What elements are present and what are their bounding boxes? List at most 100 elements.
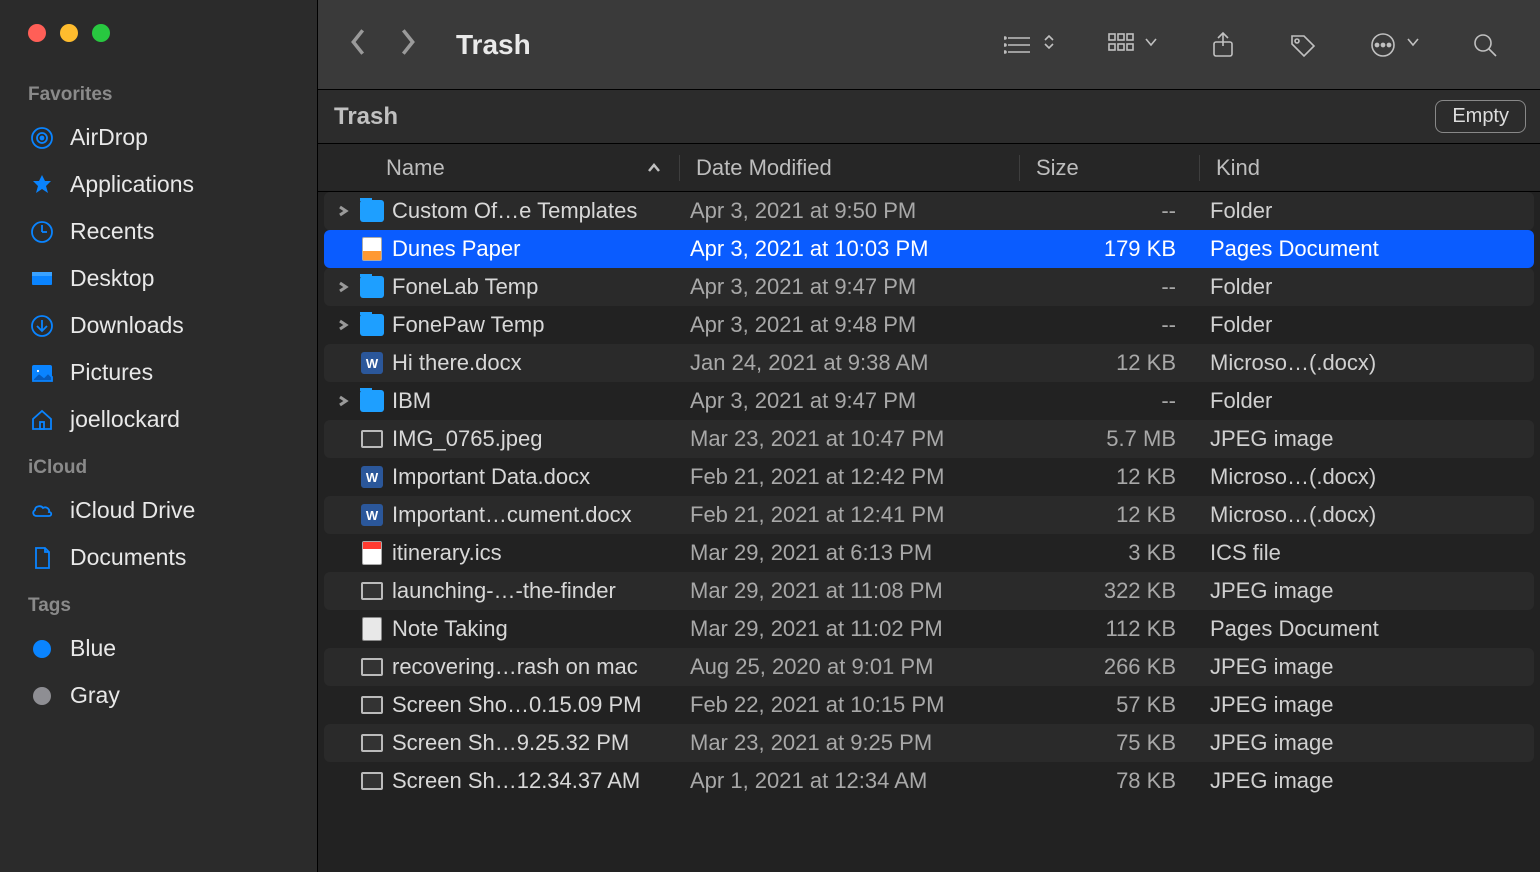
file-row[interactable]: Screen Sh…12.34.37 AMApr 1, 2021 at 12:3… [324, 762, 1534, 800]
file-name: Hi there.docx [392, 350, 522, 376]
file-date: Apr 3, 2021 at 10:03 PM [680, 236, 1020, 262]
file-kind: Folder [1200, 312, 1534, 338]
sidebar-item-label: Applications [70, 171, 194, 198]
word-icon [360, 503, 384, 527]
file-size: 12 KB [1020, 502, 1200, 528]
sidebar-item-gray[interactable]: Gray [0, 672, 317, 719]
file-row[interactable]: Important…cument.docxFeb 21, 2021 at 12:… [324, 496, 1534, 534]
column-size[interactable]: Size [1020, 155, 1200, 181]
file-size: 3 KB [1020, 540, 1200, 566]
action-menu-button[interactable] [1358, 24, 1430, 66]
file-row[interactable]: FoneLab TempApr 3, 2021 at 9:47 PM--Fold… [324, 268, 1534, 306]
chevron-updown-icon [1042, 35, 1056, 54]
window-controls [0, 18, 317, 70]
sidebar-item-label: Pictures [70, 359, 153, 386]
disclosure-triangle[interactable] [334, 319, 352, 331]
group-button[interactable] [1096, 24, 1168, 66]
view-mode-button[interactable] [994, 24, 1066, 66]
window-title: Trash [456, 29, 531, 61]
column-kind[interactable]: Kind [1200, 155, 1540, 181]
file-row[interactable]: itinerary.icsMar 29, 2021 at 6:13 PM3 KB… [324, 534, 1534, 572]
file-date: Feb 21, 2021 at 12:42 PM [680, 464, 1020, 490]
file-name: launching-…-the-finder [392, 578, 616, 604]
file-kind: Microso…(.docx) [1200, 350, 1534, 376]
sidebar-item-label: AirDrop [70, 124, 148, 151]
image-icon [360, 693, 384, 717]
file-kind: JPEG image [1200, 692, 1534, 718]
file-row[interactable]: Note TakingMar 29, 2021 at 11:02 PM112 K… [324, 610, 1534, 648]
airdrop-icon [28, 125, 56, 151]
file-row[interactable]: Custom Of…e TemplatesApr 3, 2021 at 9:50… [324, 192, 1534, 230]
search-button[interactable] [1460, 24, 1510, 66]
column-date-label: Date Modified [696, 155, 832, 180]
sidebar-item-downloads[interactable]: Downloads [0, 302, 317, 349]
sidebar-item-documents[interactable]: Documents [0, 534, 317, 581]
sidebar-item-label: joellockard [70, 406, 180, 433]
file-row[interactable]: IMG_0765.jpegMar 23, 2021 at 10:47 PM5.7… [324, 420, 1534, 458]
file-row[interactable]: Screen Sho…0.15.09 PMFeb 22, 2021 at 10:… [324, 686, 1534, 724]
close-window-button[interactable] [28, 24, 46, 42]
file-name: itinerary.ics [392, 540, 502, 566]
sidebar-item-pictures[interactable]: Pictures [0, 349, 317, 396]
zoom-window-button[interactable] [92, 24, 110, 42]
ics-icon [360, 541, 384, 565]
sidebar-item-icloud-drive[interactable]: iCloud Drive [0, 487, 317, 534]
file-date: Mar 23, 2021 at 9:25 PM [680, 730, 1020, 756]
desktop-icon [28, 266, 56, 292]
column-name[interactable]: Name [318, 155, 680, 181]
sidebar-item-airdrop[interactable]: AirDrop [0, 114, 317, 161]
file-name: Dunes Paper [392, 236, 520, 262]
file-name: recovering…rash on mac [392, 654, 638, 680]
sidebar-section-label: iCloud [0, 443, 317, 487]
column-date[interactable]: Date Modified [680, 155, 1020, 181]
file-name: IMG_0765.jpeg [392, 426, 542, 452]
file-name: FonePaw Temp [392, 312, 544, 338]
file-kind: Folder [1200, 198, 1534, 224]
sidebar-item-blue[interactable]: Blue [0, 625, 317, 672]
sidebar-item-label: Gray [70, 682, 120, 709]
column-kind-label: Kind [1216, 155, 1260, 180]
file-size: 266 KB [1020, 654, 1200, 680]
disclosure-triangle[interactable] [334, 395, 352, 407]
file-size: 322 KB [1020, 578, 1200, 604]
file-kind: JPEG image [1200, 730, 1534, 756]
sidebar-item-joellockard[interactable]: joellockard [0, 396, 317, 443]
sidebar-item-recents[interactable]: Recents [0, 208, 317, 255]
forward-button[interactable] [398, 28, 418, 61]
file-size: 12 KB [1020, 464, 1200, 490]
disclosure-triangle[interactable] [334, 281, 352, 293]
toolbar: Trash [318, 0, 1540, 90]
back-button[interactable] [348, 28, 368, 61]
file-kind: JPEG image [1200, 768, 1534, 794]
file-date: Apr 3, 2021 at 9:47 PM [680, 388, 1020, 414]
sidebar-item-desktop[interactable]: Desktop [0, 255, 317, 302]
disclosure-triangle[interactable] [334, 205, 352, 217]
home-icon [28, 407, 56, 433]
file-row[interactable]: IBMApr 3, 2021 at 9:47 PM--Folder [324, 382, 1534, 420]
file-row[interactable]: Hi there.docxJan 24, 2021 at 9:38 AM12 K… [324, 344, 1534, 382]
sort-ascending-icon [647, 155, 661, 181]
image-icon [360, 769, 384, 793]
file-size: 57 KB [1020, 692, 1200, 718]
file-name: Note Taking [392, 616, 508, 642]
file-kind: JPEG image [1200, 654, 1534, 680]
folder-icon [360, 199, 384, 223]
sidebar-item-applications[interactable]: Applications [0, 161, 317, 208]
file-row[interactable]: FonePaw TempApr 3, 2021 at 9:48 PM--Fold… [324, 306, 1534, 344]
file-size: 112 KB [1020, 616, 1200, 642]
empty-trash-button[interactable]: Empty [1435, 100, 1526, 133]
file-row[interactable]: launching-…-the-finderMar 29, 2021 at 11… [324, 572, 1534, 610]
sidebar-item-label: Desktop [70, 265, 154, 292]
sidebar: FavoritesAirDropApplicationsRecentsDeskt… [0, 0, 318, 872]
file-row[interactable]: Screen Sh…9.25.32 PMMar 23, 2021 at 9:25… [324, 724, 1534, 762]
share-button[interactable] [1198, 24, 1248, 66]
file-date: Apr 3, 2021 at 9:47 PM [680, 274, 1020, 300]
minimize-window-button[interactable] [60, 24, 78, 42]
file-row[interactable]: recovering…rash on mac Aug 25, 2020 at 9:… [324, 648, 1534, 686]
tags-button[interactable] [1278, 24, 1328, 66]
file-row[interactable]: Important Data.docxFeb 21, 2021 at 12:42… [324, 458, 1534, 496]
applications-icon [28, 172, 56, 198]
file-row[interactable]: Dunes PaperApr 3, 2021 at 10:03 PM179 KB… [324, 230, 1534, 268]
file-kind: ICS file [1200, 540, 1534, 566]
file-date: Aug 25, 2020 at 9:01 PM [680, 654, 1020, 680]
